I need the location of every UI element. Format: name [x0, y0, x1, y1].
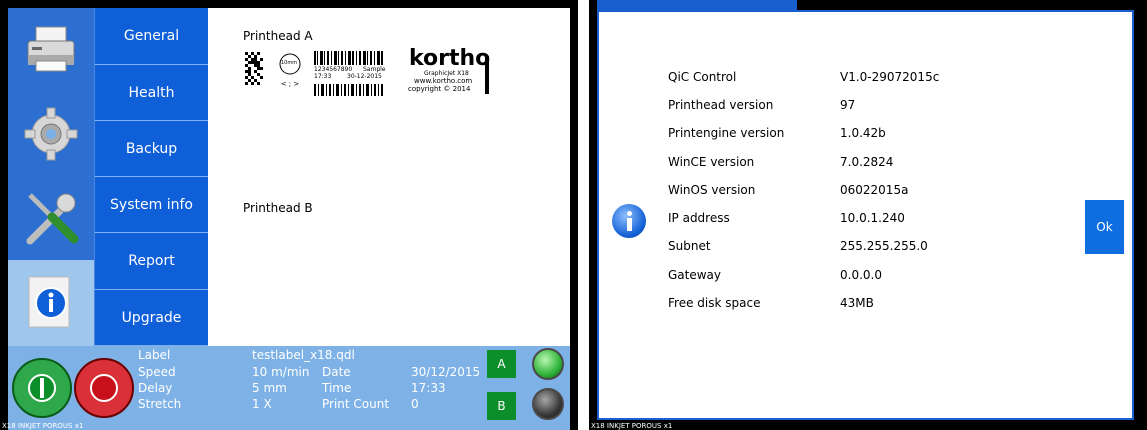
info-icon[interactable]	[8, 260, 94, 346]
print-count-value: 0	[411, 397, 419, 411]
row-label: Subnet	[668, 239, 711, 253]
stretch-key: Stretch	[138, 397, 182, 411]
printhead-a-button-label: A	[497, 357, 506, 371]
kortho-logo: kortho	[409, 46, 491, 71]
model-text: GraphicJet X18	[424, 70, 469, 77]
print-count-key: Print Count	[322, 397, 390, 411]
footer-text: X18 INKJET POROUS x1	[2, 422, 84, 430]
row-value: 255.255.255.0	[840, 239, 928, 253]
menu-general-label: General	[123, 28, 180, 44]
footer-text: X18 INKJET POROUS x1	[591, 422, 673, 430]
ok-button[interactable]: Ok	[1085, 200, 1124, 254]
printer-icon[interactable]	[8, 8, 94, 92]
row-value: 7.0.2824	[840, 155, 894, 169]
row-value: 97	[840, 98, 856, 112]
size-text: 10mm	[281, 60, 298, 66]
title-strip	[597, 0, 797, 10]
printhead-a-status-light	[532, 348, 564, 380]
info-icon	[612, 204, 646, 238]
main-screen: General Health Backup System info Report…	[0, 0, 578, 430]
menu-backup-label: Backup	[125, 140, 178, 157]
preview-date: 30-12-2015	[347, 73, 382, 80]
copyright-text: copyright © 2014	[408, 85, 471, 93]
menu-report[interactable]: Report	[94, 233, 208, 290]
menu-system-info[interactable]: System info	[94, 177, 208, 233]
menu-backup[interactable]: Backup	[94, 121, 208, 177]
row-value: 0.0.0.0	[840, 268, 882, 282]
row-value: V1.0-29072015c	[840, 70, 940, 84]
menu-system-info-label: System info	[110, 196, 193, 213]
label-value: testlabel_x18.qdl	[252, 348, 355, 362]
speed-value: 10 m/min	[252, 365, 310, 379]
row-label: Printengine version	[668, 126, 785, 140]
row-label: WinOS version	[668, 183, 756, 197]
stop-button[interactable]	[74, 358, 134, 418]
system-info-dialog: QiC Control V1.0-29072015c Printhead ver…	[597, 10, 1134, 420]
printhead-b-button-label: B	[497, 399, 506, 413]
sample-text: Sample	[363, 66, 386, 73]
settings-gear-icon[interactable]	[8, 92, 94, 176]
ok-button-label: Ok	[1096, 220, 1113, 234]
menu-report-label: Report	[128, 253, 175, 269]
printhead-b-status-light	[532, 388, 564, 420]
menu-health-label: Health	[128, 84, 175, 101]
delay-value: 5 mm	[252, 381, 287, 395]
label-key: Label	[138, 348, 171, 362]
row-label: Printhead version	[668, 98, 774, 112]
preview-time: 17:33	[314, 73, 332, 80]
row-label: QiC Control	[668, 70, 737, 84]
speed-key: Speed	[138, 365, 176, 379]
time-key: Time	[322, 381, 352, 395]
date-key: Date	[322, 365, 351, 379]
content-area: Printhead A < ; > 10mm 1234567890 Sample…	[208, 8, 570, 346]
row-label: Gateway	[668, 268, 722, 282]
date-value: 30/12/2015	[411, 365, 481, 379]
system-info-screen: QiC Control V1.0-29072015c Printhead ver…	[589, 0, 1147, 430]
menu-general[interactable]: General	[94, 8, 208, 65]
delay-key: Delay	[138, 381, 173, 395]
printhead-a-button[interactable]: A	[487, 350, 516, 378]
icon-column	[8, 8, 94, 346]
url-text: www.kortho.com	[414, 77, 473, 85]
stretch-value: 1 X	[252, 397, 272, 411]
row-value: 43MB	[840, 296, 874, 310]
time-value: 17:33	[411, 381, 446, 395]
printhead-b-button[interactable]: B	[487, 392, 516, 420]
menu-health[interactable]: Health	[94, 65, 208, 121]
printhead-b-title: Printhead B	[243, 201, 313, 215]
label-preview: < ; > 10mm 1234567890 Sample 17:33 30-12…	[243, 48, 503, 100]
row-label: IP address	[668, 211, 730, 225]
row-label: WinCE version	[668, 155, 755, 169]
row-value: 06022015a	[840, 183, 909, 197]
menu-upgrade-label: Upgrade	[121, 309, 182, 326]
menu-upgrade[interactable]: Upgrade	[94, 290, 208, 346]
svg-text:< ; >: < ; >	[281, 80, 300, 88]
row-label: Free disk space	[668, 296, 761, 310]
tools-icon[interactable]	[8, 176, 94, 260]
status-panel: Label Speed Delay Stretch testlabel_x18.…	[8, 346, 570, 430]
printhead-a-title: Printhead A	[243, 29, 313, 43]
code-text: 1234567890	[314, 66, 353, 73]
row-value: 1.0.42b	[840, 126, 886, 140]
start-button[interactable]	[12, 358, 72, 418]
row-value: 10.0.1.240	[840, 211, 905, 225]
